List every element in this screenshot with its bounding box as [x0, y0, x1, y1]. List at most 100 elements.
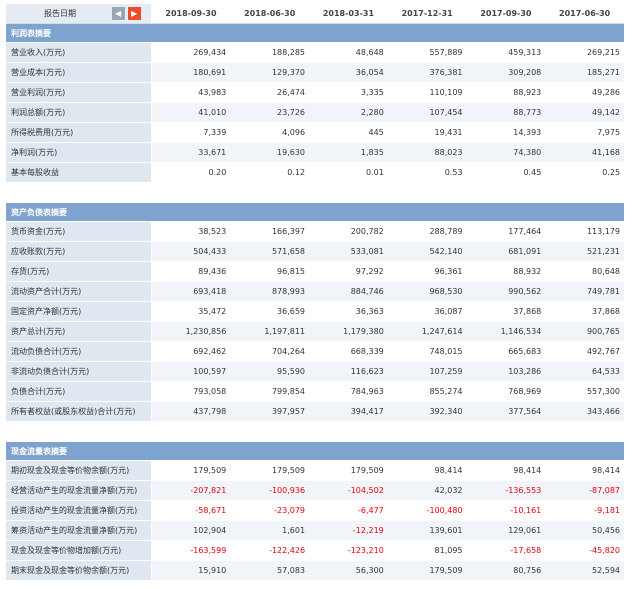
period-nav: ◀ ▶ — [111, 7, 141, 20]
financial-summary-table: 报告日期 ◀ ▶ 2018-09-30 2018-06-30 2018-03-3… — [6, 4, 625, 581]
value-cell: 692,462 — [151, 342, 231, 361]
value-cell: 38,523 — [151, 222, 231, 241]
value-cell: 269,434 — [151, 43, 231, 62]
row-label: 所有者权益(或股东权益)合计(万元) — [6, 402, 152, 421]
value-cell: 1,230,856 — [151, 322, 231, 341]
chevron-right-icon[interactable]: ▶ — [127, 7, 141, 20]
table-row: 营业收入(万元) 269,434 188,285 48,648 557,889 459,3… — [6, 43, 625, 63]
table-row: 基本每股收益 0.20 0.12 0.01 0.53 0.45 0.25 — [6, 163, 625, 183]
row-label: 所得税费用(万元) — [6, 123, 152, 142]
value-cell: -87,087 — [545, 481, 625, 500]
row-label: 固定资产净额(万元) — [6, 302, 152, 321]
value-cell: 88,932 — [466, 262, 546, 281]
value-cell: 990,562 — [466, 282, 546, 301]
value-cell: 100,597 — [151, 362, 231, 381]
table-row: 应收账款(万元) 504,433 571,658 533,081 542,140 681,… — [6, 242, 625, 262]
balance-sheet-section: 资产负债表摘要 货币资金(万元) 38,523 166,397 200,782 288,7… — [6, 203, 625, 422]
value-cell: 968,530 — [387, 282, 467, 301]
value-cell: -17,658 — [466, 541, 546, 560]
value-cell: 542,140 — [387, 242, 467, 261]
table-row: 所有者权益(或股东权益)合计(万元) 437,798 397,957 394,417 3… — [6, 402, 625, 422]
value-cell: 98,414 — [545, 461, 625, 480]
value-cell: 3,335 — [309, 83, 388, 102]
row-label: 流动资产合计(万元) — [6, 282, 152, 301]
value-cell: 180,691 — [151, 63, 231, 82]
value-cell: 177,464 — [466, 222, 546, 241]
value-cell: -207,821 — [151, 481, 231, 500]
value-cell: 571,658 — [230, 242, 310, 261]
date-column-header: 2017-09-30 — [466, 4, 546, 23]
value-cell: 64,533 — [545, 362, 625, 381]
value-cell: 0.25 — [545, 163, 625, 182]
date-column-header: 2017-12-31 — [387, 4, 467, 23]
value-cell: 188,285 — [230, 43, 310, 62]
value-cell: 129,370 — [230, 63, 310, 82]
row-label: 非流动负债合计(万元) — [6, 362, 152, 381]
value-cell: 116,623 — [309, 362, 388, 381]
row-label: 营业利润(万元) — [6, 83, 152, 102]
table-row: 净利润(万元) 33,671 19,630 1,835 88,023 74,380 41,1… — [6, 143, 625, 163]
value-cell: -12,219 — [309, 521, 388, 540]
value-cell: 88,023 — [387, 143, 467, 162]
value-cell: 110,109 — [387, 83, 467, 102]
row-label: 筹资活动产生的现金流量净额(万元) — [6, 521, 152, 540]
value-cell: -100,936 — [230, 481, 310, 500]
value-cell: 376,381 — [387, 63, 467, 82]
chevron-left-icon[interactable]: ◀ — [111, 7, 125, 20]
report-date-label-cell: 报告日期 ◀ ▶ — [6, 4, 152, 23]
value-cell: 23,726 — [230, 103, 310, 122]
value-cell: 343,466 — [545, 402, 625, 421]
value-cell: 394,417 — [309, 402, 388, 421]
value-cell: 102,904 — [151, 521, 231, 540]
value-cell: 4,096 — [230, 123, 310, 142]
table-row: 现金及现金等价物增加额(万元) -163,599 -122,426 -123,210 8… — [6, 541, 625, 561]
value-cell: 49,142 — [545, 103, 625, 122]
row-label: 营业收入(万元) — [6, 43, 152, 62]
row-label: 现金及现金等价物增加额(万元) — [6, 541, 152, 560]
value-cell: 392,340 — [387, 402, 467, 421]
value-cell: 89,436 — [151, 262, 231, 281]
row-label: 货币资金(万元) — [6, 222, 152, 241]
value-cell: 107,454 — [387, 103, 467, 122]
value-cell: 900,765 — [545, 322, 625, 341]
value-cell: 52,594 — [545, 561, 625, 580]
value-cell: 36,087 — [387, 302, 467, 321]
table-row: 营业利润(万元) 43,983 26,474 3,335 110,109 88,923 49… — [6, 83, 625, 103]
value-cell: 97,292 — [309, 262, 388, 281]
value-cell: 15,910 — [151, 561, 231, 580]
value-cell: 96,815 — [230, 262, 310, 281]
value-cell: -136,553 — [466, 481, 546, 500]
income-statement-section: 利润表摘要 营业收入(万元) 269,434 188,285 48,648 557,889… — [6, 24, 625, 183]
value-cell: 26,474 — [230, 83, 310, 102]
value-cell: 179,509 — [230, 461, 310, 480]
value-cell: 799,854 — [230, 382, 310, 401]
value-cell: 36,659 — [230, 302, 310, 321]
value-cell: 36,054 — [309, 63, 388, 82]
value-cell: 179,509 — [309, 461, 388, 480]
row-label: 净利润(万元) — [6, 143, 152, 162]
value-cell: 1,179,380 — [309, 322, 388, 341]
value-cell: 0.01 — [309, 163, 388, 182]
report-date-header: 报告日期 ◀ ▶ 2018-09-30 2018-06-30 2018-03-3… — [6, 4, 624, 24]
value-cell: 693,418 — [151, 282, 231, 301]
row-label: 期初现金及现金等价物余额(万元) — [6, 461, 152, 480]
value-cell: 793,058 — [151, 382, 231, 401]
value-cell: 681,091 — [466, 242, 546, 261]
value-cell: 107,259 — [387, 362, 467, 381]
value-cell: 0.12 — [230, 163, 310, 182]
table-row: 营业成本(万元) 180,691 129,370 36,054 376,381 309,2… — [6, 63, 625, 83]
table-row: 期末现金及现金等价物余额(万元) 15,910 57,083 56,300 179,50… — [6, 561, 625, 581]
table-row: 利润总额(万元) 41,010 23,726 2,280 107,454 88,773 49… — [6, 103, 625, 123]
value-cell: 0.53 — [387, 163, 467, 182]
row-label: 期末现金及现金等价物余额(万元) — [6, 561, 152, 580]
value-cell: 768,969 — [466, 382, 546, 401]
value-cell: 437,798 — [151, 402, 231, 421]
value-cell: 80,756 — [466, 561, 546, 580]
value-cell: 784,963 — [309, 382, 388, 401]
value-cell: -45,820 — [545, 541, 625, 560]
value-cell: 57,083 — [230, 561, 310, 580]
value-cell: 88,773 — [466, 103, 546, 122]
value-cell: 36,363 — [309, 302, 388, 321]
value-cell: 445 — [309, 123, 388, 142]
